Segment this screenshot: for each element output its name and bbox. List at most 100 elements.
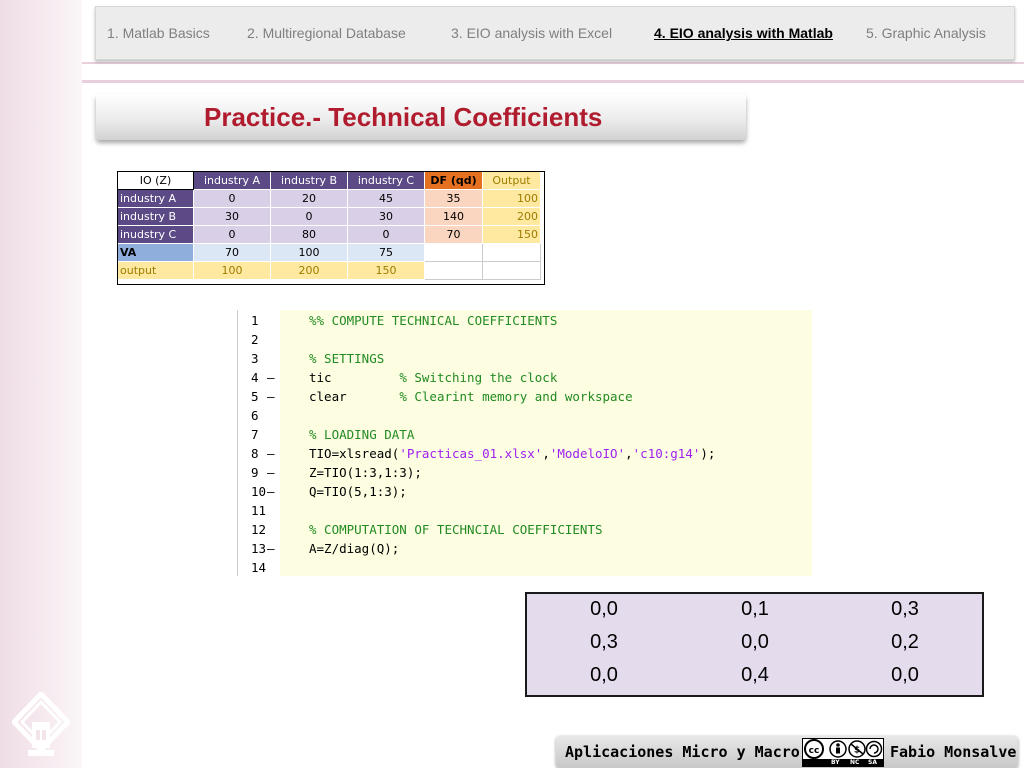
result-cell: 0,4 [741,664,769,686]
line-number: 6 [251,408,259,423]
code-token: tic [309,370,400,385]
code-text: Z=TIO(1:3,1:3); [309,465,422,480]
code-line[interactable]: 13– A=Z/diag(Q); [237,541,812,560]
code-token: 'ModeloIO' [549,446,626,461]
result-cell: 0,0 [590,598,618,620]
result-row: 0,0 0,4 0,0 [527,660,982,693]
breakpoint-dash[interactable]: – [267,541,275,556]
table-cell: 20 [270,189,348,208]
table-cell: 70 [424,225,483,244]
code-line[interactable]: 7 % LOADING DATA [237,427,812,446]
header-divider-lower [82,80,1024,83]
table-cell: 45 [347,189,425,208]
result-cell: 0,0 [891,664,919,686]
code-line[interactable]: 12 % COMPUTATION OF TECHNCIAL COEFFICIENT… [237,522,812,541]
io-header-output: Output [482,171,541,190]
cc-license-icon: cc $ [804,739,883,759]
code-token: , [625,446,633,461]
breakpoint-dash[interactable]: – [267,446,275,461]
creative-commons-badge[interactable]: cc $ BY NC SA [802,738,884,767]
table-cell [482,243,541,262]
code-line[interactable]: 14 [237,560,812,579]
row-label: output [117,261,194,280]
table-cell: 0 [347,225,425,244]
table-cell: 30 [347,207,425,226]
table-cell: 0 [270,207,348,226]
code-line[interactable]: 9– Z=TIO(1:3,1:3); [237,465,812,484]
breakpoint-dash[interactable]: – [267,370,275,385]
top-navigation: 1. Matlab Basics 2. Multiregional Databa… [95,6,1015,60]
code-line[interactable]: 3 % SETTINGS [237,351,812,370]
code-text: % LOADING DATA [309,427,414,442]
table-cell: 80 [270,225,348,244]
row-label: VA [117,243,194,262]
table-cell [424,261,483,280]
nav-item-eio-matlab[interactable]: 4. EIO analysis with Matlab [654,25,833,41]
code-token: % Clearint memory and workspace [399,389,633,404]
code-line[interactable]: 2 [237,332,812,351]
code-line[interactable]: 5– clear % Clearint memory and workspace [237,389,812,408]
line-number: 1 [251,313,259,328]
code-token: %% COMPUTE TECHNICAL COEFFICIENTS [309,313,558,328]
table-row: VA 70 100 75 [117,243,541,262]
code-text: A=Z/diag(Q); [309,541,399,556]
code-text: %% COMPUTE TECHNICAL COEFFICIENTS [309,313,557,328]
row-label: industry A [117,189,194,208]
table-row: output 100 200 150 [117,261,541,280]
table-row: industry B 30 0 30 140 200 [117,207,541,226]
code-text: clear % Clearint memory and workspace [309,389,633,404]
line-number: 11 [251,503,267,518]
table-cell [482,261,541,280]
table-cell: 100 [193,261,271,280]
code-token: 'c10:g14' [632,446,701,461]
table-cell: 150 [347,261,425,280]
code-text: % SETTINGS [309,351,384,366]
table-cell [424,243,483,262]
code-line[interactable]: 4– tic % Switching the clock [237,370,812,389]
table-cell: 70 [193,243,271,262]
nav-item-graphic-analysis[interactable]: 5. Graphic Analysis [866,25,986,41]
breakpoint-dash[interactable]: – [267,484,275,499]
code-line[interactable]: 10– Q=TIO(5,1:3); [237,484,812,503]
table-cell: 200 [482,207,541,226]
code-line[interactable]: 1 %% COMPUTE TECHNICAL COEFFICIENTS [237,313,812,332]
code-token: % Switching the clock [399,370,558,385]
code-token: % LOADING DATA [309,427,415,442]
cc-nc-label: NC [850,759,860,766]
breakpoint-dash[interactable]: – [267,465,275,480]
table-cell: 150 [482,225,541,244]
code-text: Q=TIO(5,1:3); [309,484,407,499]
line-number: 12 [251,522,267,537]
table-cell: 100 [482,189,541,208]
table-cell: 35 [424,189,483,208]
code-token: ); [700,446,716,461]
cc-label-strip: BY NC SA [803,759,883,766]
io-header-industry-c: industry C [347,171,425,190]
nav-item-multiregional-database[interactable]: 2. Multiregional Database [247,25,406,41]
io-table: IO (Z) industry A industry B industry C … [117,171,541,280]
code-line[interactable]: 11 [237,503,812,522]
io-header-df: DF (qd) [424,171,483,190]
io-header-industry-b: industry B [270,171,348,190]
nav-item-matlab-basics[interactable]: 1. Matlab Basics [107,25,210,41]
code-token: TIO=xlsread( [309,446,400,461]
matlab-editor[interactable]: 1 %% COMPUTE TECHNICAL COEFFICIENTS 2 3 % SE… [237,310,812,576]
result-row: 0,0 0,1 0,3 [527,594,982,627]
cc-by-label: BY [831,759,840,766]
code-line[interactable]: 6 [237,408,812,427]
code-token: % SETTINGS [309,351,385,366]
table-cell: 0 [193,225,271,244]
table-cell: 200 [270,261,348,280]
io-header-corner: IO (Z) [117,171,194,190]
line-number: 7 [251,427,259,442]
table-row: inudstry C 0 80 0 70 150 [117,225,541,244]
breakpoint-dash[interactable]: – [267,389,275,404]
row-label: industry B [117,207,194,226]
slide-title-box: Practice.- Technical Coefficients [96,94,746,140]
university-logo [12,692,70,756]
io-table-header-row: IO (Z) industry A industry B industry C … [117,171,541,190]
code-token: Q=TIO(5,1:3); [309,484,407,499]
code-line[interactable]: 8– TIO=xlsread('Practicas_01.xlsx','Model… [237,446,812,465]
nav-item-eio-excel[interactable]: 3. EIO analysis with Excel [451,25,612,41]
line-number: 2 [251,332,259,347]
